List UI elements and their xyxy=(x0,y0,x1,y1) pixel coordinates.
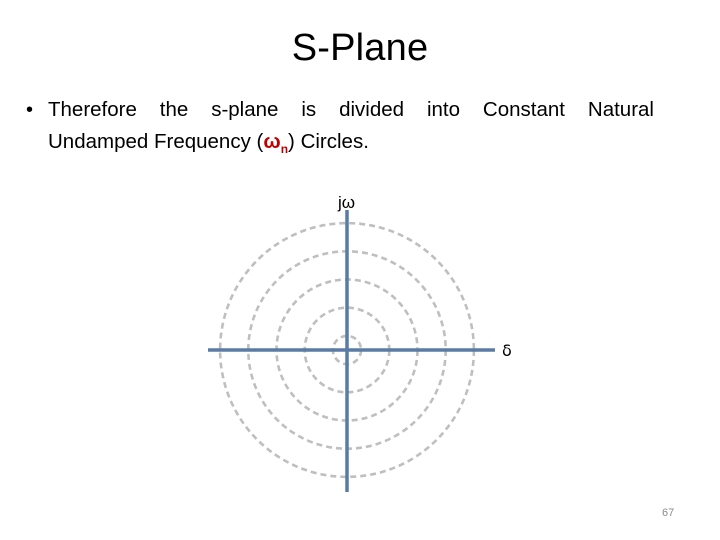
real-axis-label: δ xyxy=(502,341,512,360)
page-number: 67 xyxy=(662,507,675,519)
imaginary-axis-label: jω xyxy=(338,193,356,212)
s-plane-diagram xyxy=(208,210,495,492)
